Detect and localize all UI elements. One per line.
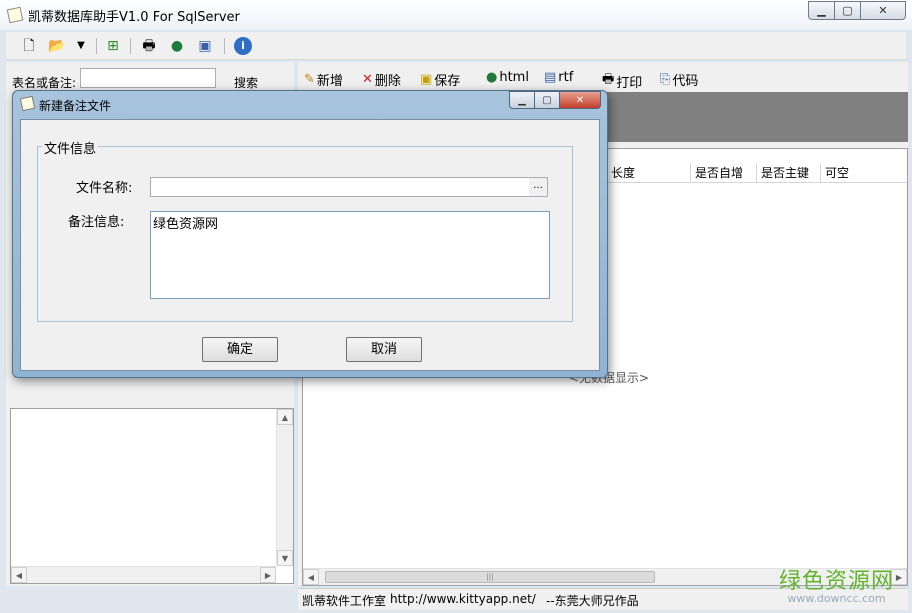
dialog-title: 新建备注文件 (39, 99, 112, 113)
note-textarea[interactable]: 绿色资源网 (150, 211, 550, 299)
save-button[interactable]: ▣ 保存 (420, 70, 460, 89)
minimize-button[interactable]: ▁ (808, 1, 835, 20)
column-header[interactable]: 长度 (607, 163, 691, 183)
watermark-en: www.downcc.com (787, 592, 886, 605)
search-label: 表名或备注: (12, 76, 77, 90)
ok-button[interactable]: 确定 (202, 337, 278, 362)
print-button[interactable]: 🖶 打印 (602, 70, 642, 92)
column-header[interactable]: 是否自增 (691, 163, 757, 183)
scroll-right-icon[interactable]: ▶ (260, 567, 276, 583)
rtf-label: rtf (558, 70, 574, 85)
open-folder-icon[interactable]: 📂 (48, 37, 66, 55)
dialog-icon (19, 95, 36, 112)
dialog-minimize-button[interactable]: ▁ (509, 91, 535, 109)
close-button[interactable]: ✕ (860, 1, 906, 20)
print-icon[interactable]: 🖶 (140, 37, 158, 55)
window-title: 凯蒂数据库助手V1.0 For SqlServer (28, 10, 240, 25)
main-toolbar: 🗋 📂 ▼ ⊞ 🖶 ● ▣ i (6, 32, 906, 60)
browse-button[interactable]: ... (529, 178, 547, 196)
new-button[interactable]: ✎ 新增 (304, 70, 343, 89)
scroll-thumb[interactable]: ||| (325, 571, 655, 583)
save-label: 保存 (434, 74, 461, 89)
main-title-bar: 凯蒂数据库助手V1.0 For SqlServer ▁ ▢ ✕ (0, 0, 912, 30)
globe-icon[interactable]: ● (168, 37, 186, 55)
toolbar-separator (130, 38, 131, 54)
note-label: 备注信息: (68, 215, 125, 230)
scroll-left-icon[interactable]: ◀ (303, 569, 319, 585)
maximize-button[interactable]: ▢ (834, 1, 861, 20)
column-header[interactable]: 可空 (821, 163, 907, 183)
search-input[interactable] (80, 68, 216, 88)
toolbar-separator (96, 38, 97, 54)
studio-name: 凯蒂软件工作室 (302, 594, 387, 608)
search-button[interactable]: 搜索 (234, 74, 258, 91)
horizontal-scrollbar[interactable]: ◀ ▶ (11, 566, 276, 583)
new-file-icon[interactable]: 🗋 (20, 37, 38, 55)
document-icon[interactable]: ▣ (196, 37, 214, 55)
cancel-button[interactable]: 取消 (346, 337, 422, 362)
dialog-maximize-button[interactable]: ▢ (534, 91, 560, 109)
html-label: html (499, 70, 529, 85)
dialog-controls: ▁ ▢ ✕ (509, 91, 601, 109)
document-icon: ▤ (544, 70, 557, 85)
file-info-group: 文件信息 文件名称: ... 备注信息: 绿色资源网 (37, 138, 573, 322)
window-controls: ▁ ▢ ✕ (808, 1, 906, 20)
table-list[interactable]: ▲ ▼ ◀ ▶ (10, 408, 294, 584)
app-icon (6, 6, 24, 24)
new-note-dialog: 新建备注文件 ▁ ▢ ✕ 文件信息 文件名称: ... 备注信息: 绿色资源网 … (12, 90, 608, 378)
website-url[interactable]: http://www.kittyapp.net/ (390, 592, 536, 606)
dialog-body: 文件信息 文件名称: ... 备注信息: 绿色资源网 确定 取消 (20, 119, 600, 371)
new-label: 新增 (316, 74, 343, 89)
scroll-up-icon[interactable]: ▲ (277, 409, 293, 425)
rtf-button[interactable]: ▤ rtf (544, 70, 573, 85)
save-icon: ▣ (420, 72, 433, 87)
html-button[interactable]: ● html (486, 70, 529, 85)
code-icon: ⎘ (660, 72, 671, 87)
file-info-legend: 文件信息 (42, 138, 99, 157)
new-icon: ✎ (304, 72, 315, 87)
info-icon[interactable]: i (234, 37, 252, 55)
delete-label: 删除 (374, 74, 401, 89)
toolbar-separator (224, 38, 225, 54)
delete-button[interactable]: ✕ 删除 (362, 70, 401, 89)
scroll-left-icon[interactable]: ◀ (11, 567, 27, 583)
code-button[interactable]: ⎘ 代码 (660, 70, 698, 89)
watermark: 绿色资源网 www.downcc.com (779, 563, 894, 605)
vertical-scrollbar[interactable]: ▲ ▼ (276, 409, 293, 566)
print-icon: 🖶 (602, 72, 615, 87)
delete-icon: ✕ (362, 72, 373, 87)
column-header[interactable]: 是否主键 (757, 163, 821, 183)
filename-label: 文件名称: (76, 181, 133, 196)
filename-input[interactable]: ... (150, 177, 548, 197)
scroll-down-icon[interactable]: ▼ (277, 550, 293, 566)
dropdown-arrow-icon[interactable]: ▼ (72, 37, 90, 55)
add-table-icon[interactable]: ⊞ (104, 37, 122, 55)
code-label: 代码 (672, 74, 699, 89)
watermark-cn: 绿色资源网 (778, 569, 894, 594)
globe-icon: ● (486, 70, 498, 85)
dialog-close-button[interactable]: ✕ (559, 91, 601, 109)
print-label: 打印 (616, 75, 643, 91)
author-credit: --东莞大师兄作品 (546, 594, 639, 608)
